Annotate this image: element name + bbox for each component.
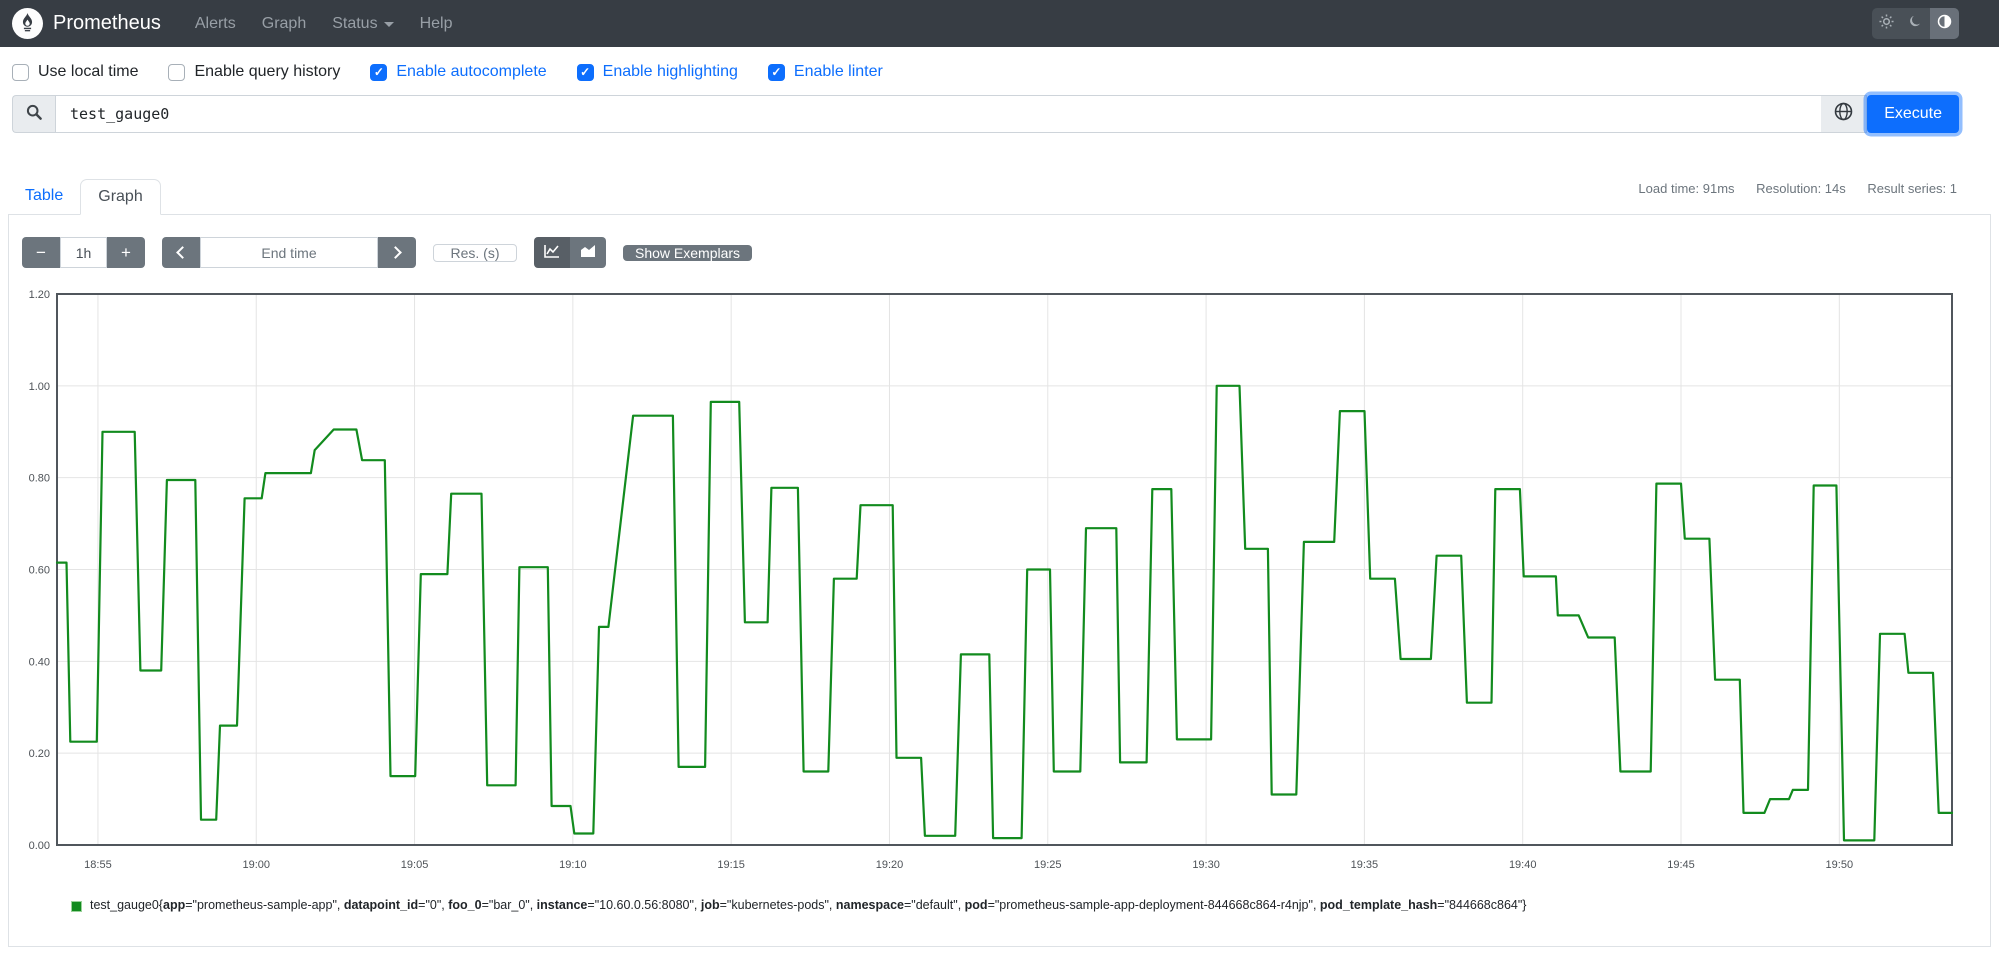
chart-type-group bbox=[534, 237, 606, 268]
flame-icon bbox=[17, 11, 38, 37]
checkbox-use-local-time[interactable]: ✓ Use local time bbox=[12, 63, 138, 81]
moon-icon bbox=[1909, 15, 1922, 32]
checkbox-enable-query-history[interactable]: ✓ Enable query history bbox=[168, 63, 340, 81]
svg-text:0.80: 0.80 bbox=[29, 473, 50, 485]
stat-resolution: Resolution: 14s bbox=[1756, 181, 1846, 196]
checkbox-enable-linter[interactable]: ✓ Enable linter bbox=[767, 63, 883, 81]
search-addon bbox=[12, 95, 55, 133]
series-label: test_gauge0{app="prometheus-sample-app",… bbox=[90, 898, 1527, 912]
svg-text:19:15: 19:15 bbox=[717, 859, 745, 871]
graph-panel: − + Show Exemplars 0.000.200.400.600.801 bbox=[8, 215, 1991, 947]
theme-light-button[interactable] bbox=[1872, 8, 1901, 39]
theme-toggle-group bbox=[1872, 8, 1959, 39]
time-back-button[interactable] bbox=[162, 237, 200, 268]
theme-auto-button[interactable] bbox=[1930, 8, 1959, 39]
graph-controls: − + Show Exemplars bbox=[22, 237, 1990, 268]
stacked-area-icon bbox=[580, 243, 596, 263]
tab-table[interactable]: Table bbox=[8, 179, 80, 215]
time-forward-button[interactable] bbox=[378, 237, 416, 268]
svg-text:0.00: 0.00 bbox=[29, 840, 50, 852]
svg-text:19:45: 19:45 bbox=[1667, 859, 1695, 871]
query-expression-input[interactable] bbox=[55, 95, 1822, 133]
svg-text:18:55: 18:55 bbox=[84, 859, 112, 871]
tab-graph[interactable]: Graph bbox=[80, 179, 161, 215]
end-time-group bbox=[162, 237, 416, 268]
range-group: − + bbox=[22, 237, 145, 268]
checkbox-enable-autocomplete[interactable]: ✓ Enable autocomplete bbox=[370, 63, 547, 81]
nav-item-graph[interactable]: Graph bbox=[262, 15, 306, 33]
chevron-down-icon bbox=[383, 22, 394, 27]
chevron-right-icon bbox=[389, 246, 402, 259]
range-decrease-button[interactable]: − bbox=[22, 237, 60, 268]
chevron-left-icon bbox=[176, 246, 189, 259]
svg-text:19:35: 19:35 bbox=[1351, 859, 1379, 871]
range-increase-button[interactable]: + bbox=[107, 237, 145, 268]
svg-text:19:05: 19:05 bbox=[401, 859, 429, 871]
checkbox-icon: ✓ bbox=[370, 63, 388, 81]
series-swatch bbox=[71, 901, 82, 912]
line-chart-button[interactable] bbox=[534, 237, 570, 268]
stacked-chart-button[interactable] bbox=[570, 237, 606, 268]
query-bar: Execute bbox=[0, 95, 1999, 133]
search-icon bbox=[26, 104, 42, 125]
result-tabs: Table Graph Load time: 91ms Resolution: … bbox=[8, 179, 1991, 215]
svg-text:1.20: 1.20 bbox=[29, 290, 50, 301]
checkbox-icon: ✓ bbox=[168, 63, 186, 81]
sun-icon bbox=[1879, 14, 1894, 33]
svg-text:0.40: 0.40 bbox=[29, 656, 50, 668]
brand-title[interactable]: Prometheus bbox=[53, 12, 161, 35]
svg-text:19:50: 19:50 bbox=[1826, 859, 1854, 871]
options-row: ✓ Use local time ✓ Enable query history … bbox=[0, 47, 1999, 95]
show-exemplars-button[interactable]: Show Exemplars bbox=[623, 244, 753, 261]
theme-dark-button[interactable] bbox=[1901, 8, 1930, 39]
svg-text:0.60: 0.60 bbox=[29, 565, 50, 577]
svg-text:19:30: 19:30 bbox=[1192, 859, 1220, 871]
svg-text:19:20: 19:20 bbox=[876, 859, 904, 871]
resolution-input[interactable] bbox=[433, 243, 517, 262]
checkbox-icon: ✓ bbox=[767, 63, 785, 81]
navbar: Prometheus Alerts Graph Status Help bbox=[0, 0, 1999, 47]
half-circle-icon bbox=[1937, 14, 1952, 33]
checkbox-icon: ✓ bbox=[576, 63, 594, 81]
svg-text:19:40: 19:40 bbox=[1509, 859, 1537, 871]
svg-text:0.20: 0.20 bbox=[29, 748, 50, 760]
checkbox-enable-highlighting[interactable]: ✓ Enable highlighting bbox=[576, 63, 738, 81]
query-stats: Load time: 91ms Resolution: 14s Result s… bbox=[1638, 181, 1957, 196]
line-chart-icon bbox=[544, 243, 560, 263]
checkbox-icon: ✓ bbox=[12, 63, 29, 81]
end-time-input[interactable] bbox=[200, 237, 378, 268]
svg-text:19:25: 19:25 bbox=[1034, 859, 1062, 871]
svg-text:19:10: 19:10 bbox=[559, 859, 587, 871]
series-legend[interactable]: test_gauge0{app="prometheus-sample-app",… bbox=[71, 898, 1990, 912]
svg-text:19:00: 19:00 bbox=[242, 859, 270, 871]
nav-item-status[interactable]: Status bbox=[332, 15, 394, 33]
metrics-explorer-button[interactable] bbox=[1821, 95, 1868, 133]
execute-button[interactable]: Execute bbox=[1867, 95, 1959, 133]
range-input[interactable] bbox=[60, 237, 107, 268]
stat-result-series: Result series: 1 bbox=[1867, 181, 1957, 196]
nav-item-help[interactable]: Help bbox=[420, 15, 453, 33]
globe-icon bbox=[1834, 102, 1853, 126]
chart-svg[interactable]: 0.00 0.20 0.40 0.60 0.80 1.00 1.20 18:55 19:00 19… bbox=[9, 290, 1969, 878]
svg-text:1.00: 1.00 bbox=[29, 381, 50, 393]
stat-load-time: Load time: 91ms bbox=[1638, 181, 1735, 196]
prometheus-logo[interactable] bbox=[12, 8, 43, 39]
nav-item-alerts[interactable]: Alerts bbox=[195, 15, 236, 33]
